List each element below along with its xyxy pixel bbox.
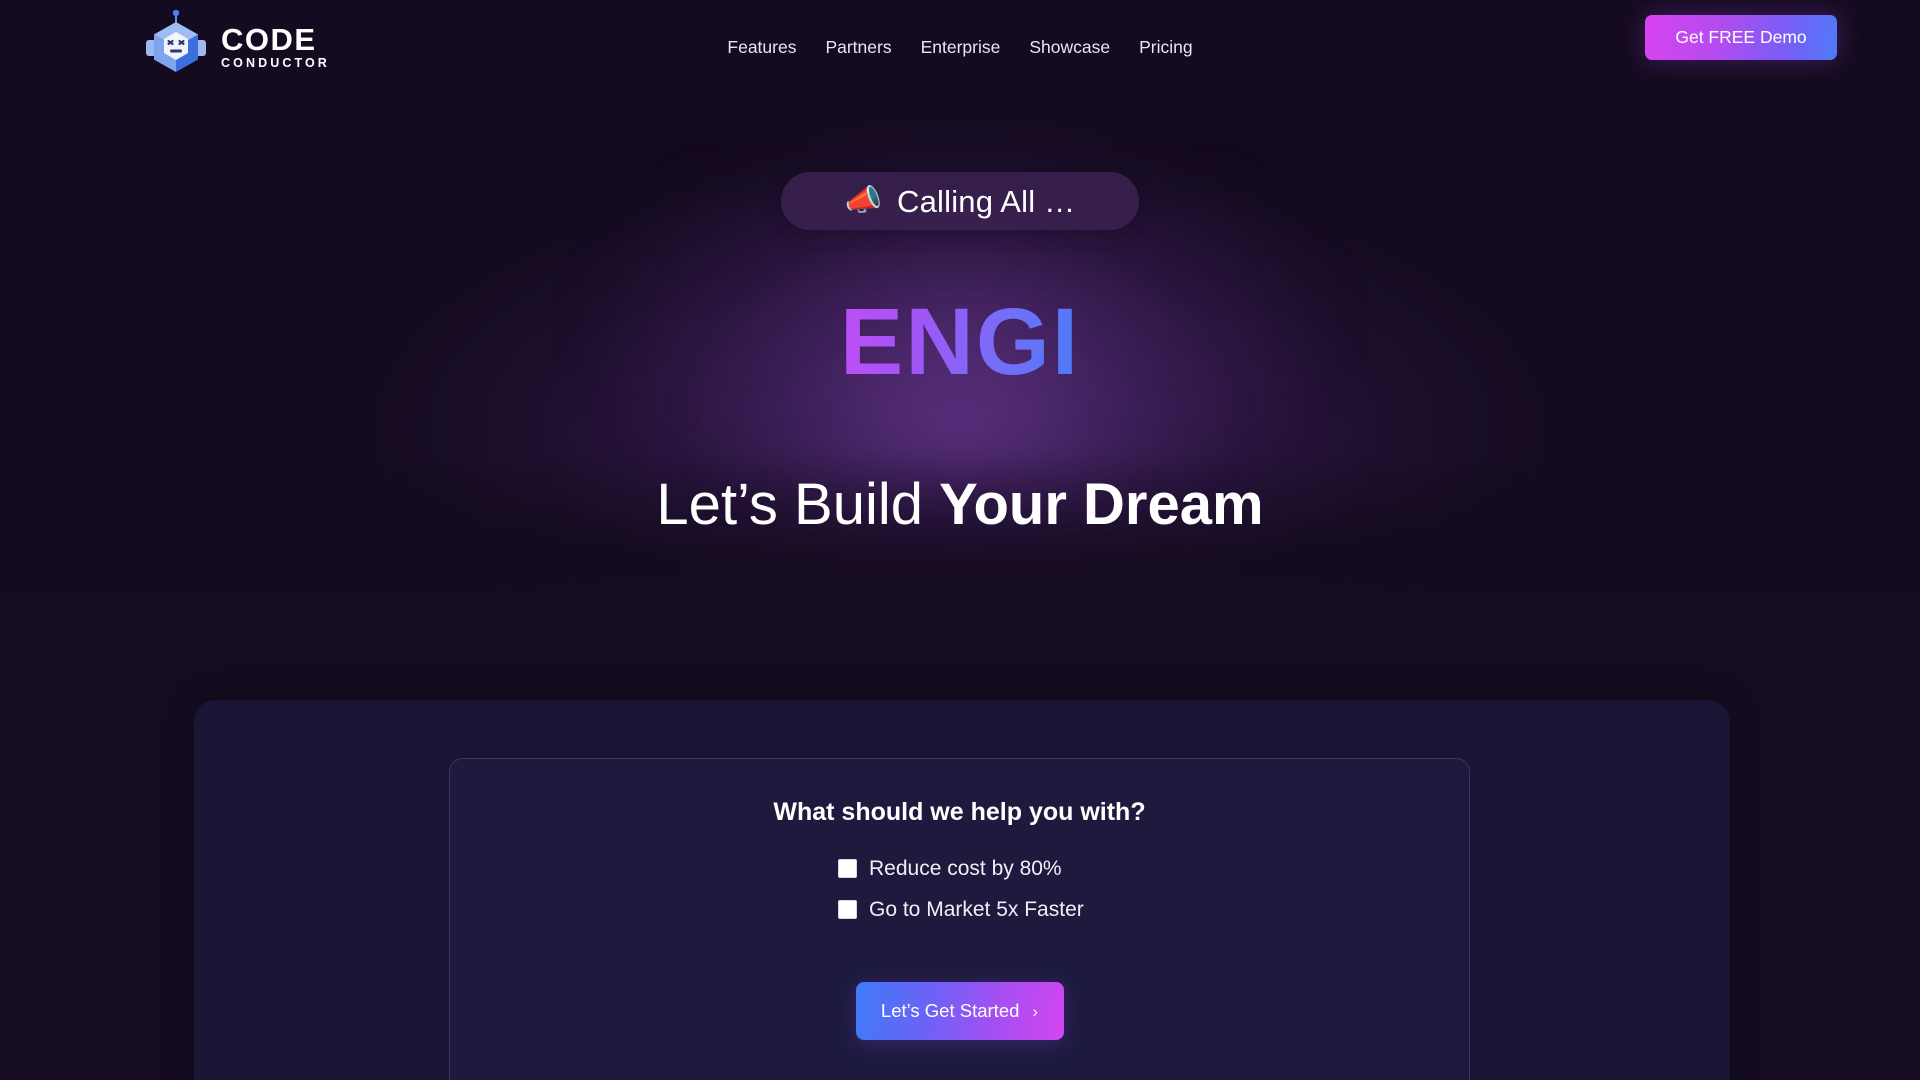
lets-get-started-button[interactable]: Let’s Get Started › — [855, 982, 1064, 1040]
hero-subheadline-bold: Your Dream — [939, 472, 1264, 537]
option-go-to-market[interactable]: Go to Market 5x Faster — [838, 899, 1084, 920]
get-free-demo-button[interactable]: Get FREE Demo — [1645, 15, 1837, 60]
content-panel: What should we help you with? Reduce cos… — [194, 700, 1730, 1080]
option-reduce-cost-label: Reduce cost by 80% — [869, 857, 1062, 880]
megaphone-icon: 📣 — [844, 184, 882, 217]
nav-item-enterprise[interactable]: Enterprise — [921, 38, 1001, 57]
lets-get-started-label: Let’s Get Started — [880, 1000, 1020, 1021]
help-options-list: Reduce cost by 80% Go to Market 5x Faste… — [838, 858, 1084, 920]
brand-name-primary: CODE — [221, 24, 330, 55]
site-header: CODE CONDUCTOR Features Partners Enterpr… — [0, 0, 1920, 95]
chevron-right-icon: › — [1032, 1001, 1039, 1021]
landing-page: CODE CONDUCTOR Features Partners Enterpr… — [0, 0, 1920, 1080]
help-form-title: What should we help you with? — [773, 798, 1146, 826]
nav-item-partners[interactable]: Partners — [825, 38, 891, 57]
brand-wordmark: CODE CONDUCTOR — [221, 21, 330, 70]
hero-subheadline-light: Let’s Build — [656, 472, 940, 537]
hero-subheadline: Let’s Build Your Dream — [656, 472, 1263, 539]
brand-name-primary-text: CODE — [221, 21, 317, 57]
brand-logo[interactable]: CODE CONDUCTOR — [144, 9, 330, 81]
checkbox-go-to-market[interactable] — [838, 900, 857, 919]
hero-title: ENGI — [839, 289, 1081, 395]
nav-item-showcase[interactable]: Showcase — [1029, 38, 1110, 57]
checkbox-reduce-cost[interactable] — [838, 859, 857, 878]
option-go-to-market-label: Go to Market 5x Faster — [869, 898, 1084, 921]
option-reduce-cost[interactable]: Reduce cost by 80% — [838, 858, 1084, 879]
nav-item-features[interactable]: Features — [727, 38, 796, 57]
robot-hexagon-icon — [144, 9, 208, 81]
help-form-card: What should we help you with? Reduce cos… — [449, 758, 1470, 1080]
announcement-badge-label: Calling All … — [897, 183, 1076, 219]
main-nav: Features Partners Enterprise Showcase Pr… — [727, 38, 1193, 57]
brand-name-secondary: CONDUCTOR — [221, 55, 330, 70]
announcement-badge[interactable]: 📣 Calling All … — [781, 172, 1139, 230]
nav-item-pricing[interactable]: Pricing — [1139, 38, 1193, 57]
